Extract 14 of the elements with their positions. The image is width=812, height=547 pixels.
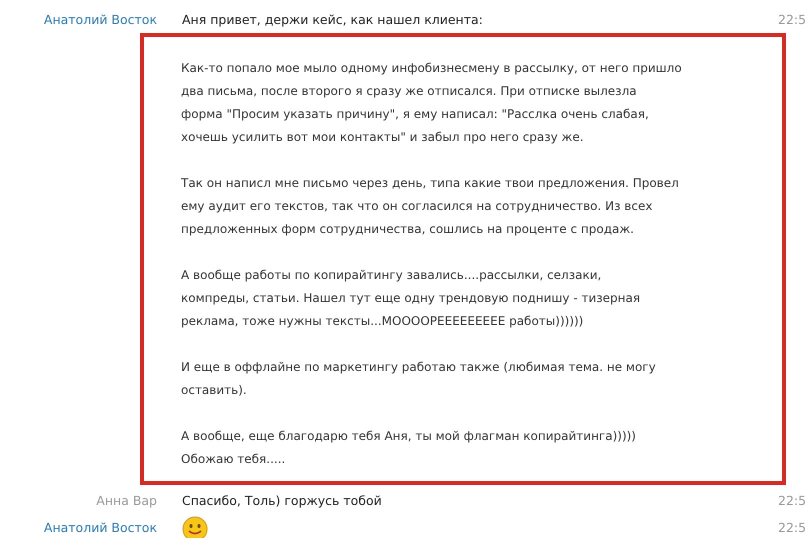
message-time: 22:5 [778,520,806,535]
message-paragraph: Как-то попало мое мыло одному инфобизнесмену в рассылку, от него пришло два письма, после второго я сразу же отписался. При отписке вылезла форма "Просим указать причину", я ему написал: "Расслка очень слабая, хочешь усилить вот мои контакты" и забыл про него сразу же. [181,60,683,146]
message-text: Аня привет, держи кейс, как нашел клиента: [182,12,483,27]
message-time: 22:5 [778,12,806,27]
smiley-icon [182,516,208,538]
message-paragraph: А вообще, еще благодарю тебя Аня, ты мой флагман копирайтинга))))) Обожаю тебя..... [181,428,637,468]
sender-name[interactable]: Анна Вар [96,493,157,508]
message-paragraph: Так он написл мне письмо через день, типа какие твои предложения. Провел ему аудит его текстов, так что он согласился на сотрудничество. Из всех предложенных форм сотрудничества, сошлись на проценте с продаж. [181,175,680,238]
message-text: Спасибо, Толь) горжусь тобой [182,493,382,508]
message-paragraph: И еще в оффлайне по маркетингу работаю также (любимая тема. не могу оставить). [181,359,657,399]
sender-name[interactable]: Анатолий Восток [44,12,157,27]
sender-name[interactable]: Анатолий Восток [44,520,157,535]
message-time: 22:5 [778,493,806,508]
message-paragraph: А вообще работы по копирайтингу завались....рассылки, селзаки, компреды, статьи. Нашел тут еще одну трендовую поднишу - тизерная реклама, тоже нужны тексты...МООООРЕЕЕЕЕЕЕЕЕ работы)))))) [181,267,642,330]
